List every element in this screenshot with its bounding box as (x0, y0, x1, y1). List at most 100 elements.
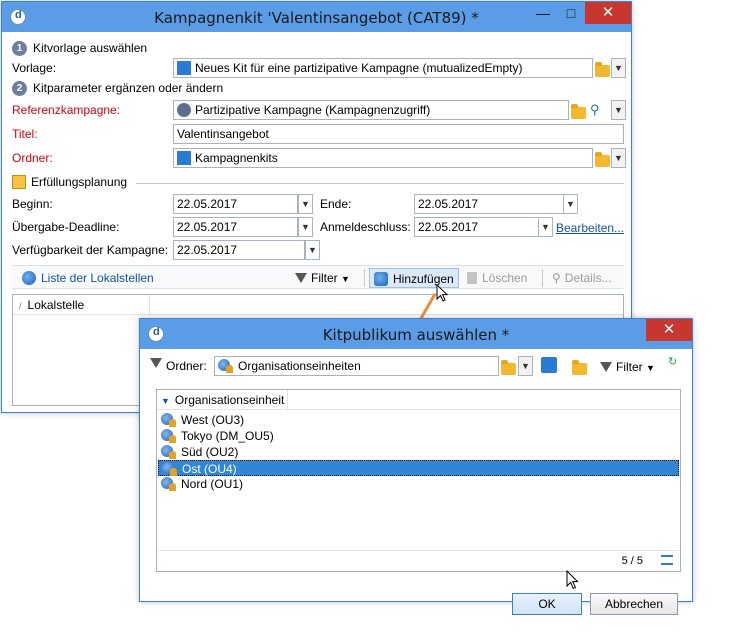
magnifier-icon: ⚲ (552, 271, 561, 285)
org-unit-list[interactable]: ▼ Organisationseinheit West (OU3) Tokyo (… (156, 389, 681, 572)
referenz-field[interactable]: Partizipative Kampagne (Kampagnenzugriff… (173, 100, 569, 120)
verfuegbarkeit-dropdown[interactable]: ▼ (305, 240, 320, 260)
grid-header: / Lokalstelle (13, 295, 623, 315)
loeschen-button[interactable]: Löschen (467, 268, 527, 288)
beginn-dropdown[interactable]: ▼ (298, 194, 313, 214)
lokalstellen-list-label: Liste der Lokalstellen (41, 271, 154, 285)
org-unit-icon (161, 477, 177, 491)
anmeldeschluss-label: Anmeldeschluss: (320, 220, 411, 234)
search-icon[interactable]: ⚲ (590, 103, 604, 117)
filter-button[interactable]: Filter ▼ (295, 268, 350, 288)
org-unit-icon (218, 359, 234, 373)
cancel-button[interactable]: Abbrechen (590, 593, 678, 615)
details-button[interactable]: ⚲ Details... (552, 268, 611, 288)
folder-icon[interactable] (595, 62, 610, 77)
popup-title: Kitpublikum auswählen * (322, 326, 510, 344)
list-item-label: Tokyo (DM_OU5) (181, 429, 274, 443)
deadline-input[interactable]: 22.05.2017 (173, 217, 298, 237)
add-icon (374, 272, 388, 286)
planning-label: Erfüllungsplanung (31, 175, 128, 189)
maximize-button[interactable]: □ (557, 2, 585, 24)
list-item-label: West (OU3) (181, 413, 245, 427)
verfuegbarkeit-label: Verfügbarkeit der Kampagne: (12, 243, 169, 257)
step2-label: Kitparameter ergänzen oder ändern (33, 81, 224, 95)
open-folder-icon[interactable] (572, 360, 587, 375)
popup-filter-label: Filter (616, 360, 643, 374)
folder-tree-icon (177, 151, 191, 165)
beginn-input[interactable]: 22.05.2017 (173, 194, 298, 214)
org-unit-icon (161, 413, 177, 427)
ende-label: Ende: (320, 197, 352, 211)
verfuegbarkeit-input[interactable]: 22.05.2017 (173, 240, 305, 260)
list-item-label: Süd (OU2) (181, 445, 239, 459)
ordner-field[interactable]: Kampagnenkits (173, 148, 593, 168)
popup-ordner-value: Organisationseinheiten (238, 359, 361, 373)
ende-input[interactable]: 22.05.2017 (414, 194, 564, 214)
column-divider (287, 390, 288, 410)
deadline-dropdown[interactable]: ▼ (298, 217, 313, 237)
lokalstellen-list-button[interactable]: Liste der Lokalstellen (22, 268, 154, 288)
titel-input[interactable]: Valentinsangebot (173, 124, 624, 144)
referenz-value: Partizipative Kampagne (Kampagnenzugriff… (195, 103, 431, 117)
org-unit-icon (161, 429, 177, 443)
folder-icon[interactable] (501, 360, 516, 375)
filter-icon (150, 358, 162, 368)
chevron-down-icon: ▼ (646, 363, 655, 373)
step1-number: 1 (12, 41, 27, 57)
list-item-selected[interactable]: Ost (OU4) (158, 460, 679, 476)
ende-dropdown[interactable]: ▼ (563, 194, 578, 214)
ordner-dropdown[interactable]: ▼ (611, 148, 626, 168)
lokalstellen-toolbar: Liste der Lokalstellen Filter ▼ Hinzufüg… (12, 265, 624, 289)
vorlage-label: Vorlage: (12, 61, 57, 75)
step2-heading: 2 Kitparameter ergänzen oder ändern (12, 78, 223, 98)
titel-label: Titel: (12, 127, 38, 141)
ok-button[interactable]: OK (512, 593, 582, 615)
vorlage-value: Neues Kit für eine partizipative Kampagn… (195, 61, 523, 75)
bearbeiten-link[interactable]: Bearbeiten... (556, 221, 624, 235)
anmeldeschluss-input[interactable]: 22.05.2017 (414, 217, 539, 237)
filter-label: Filter (311, 271, 338, 285)
popup-ordner-field[interactable]: Organisationseinheiten (214, 356, 499, 376)
popup-filter-button[interactable]: Filter ▼ (600, 357, 655, 377)
vorlage-field[interactable]: Neues Kit für eine partizipative Kampagn… (173, 58, 593, 78)
list-item[interactable]: Tokyo (DM_OU5) (158, 428, 679, 444)
list-item[interactable]: Süd (OU2) (158, 444, 679, 460)
planning-heading: Erfüllungsplanung (12, 172, 127, 192)
org-unit-list-header: ▼ Organisationseinheit (157, 390, 680, 410)
filter-icon (600, 362, 612, 372)
list-item-label: Nord (OU1) (181, 477, 244, 491)
list-item[interactable]: Nord (OU1) (158, 476, 679, 492)
minimize-button[interactable]: — (529, 2, 557, 24)
popup-ordner-label: Ordner: (166, 359, 207, 373)
chevron-down-icon: ▼ (341, 274, 350, 284)
refresh-icon[interactable]: ↻ (668, 355, 677, 368)
popup-titlebar[interactable]: Kitpublikum auswählen * ✕ (140, 319, 692, 349)
main-titlebar[interactable]: Kampagnenkit 'Valentinsangebot (CAT89) *… (2, 2, 631, 32)
calendar-icon (12, 175, 26, 189)
grid-column-lokalstelle[interactable]: Lokalstelle (28, 298, 85, 312)
mouse-cursor-icon (566, 570, 579, 590)
details-label: Details... (564, 271, 612, 285)
list-settings-icon[interactable] (661, 555, 673, 565)
toolbar-separator (364, 269, 365, 287)
close-button[interactable]: ✕ (646, 319, 692, 341)
list-item[interactable]: West (OU3) (158, 412, 679, 428)
popup-client: Ordner: Organisationseinheiten ▼ Filter … (148, 349, 684, 615)
folder-up-icon[interactable] (541, 357, 557, 373)
anmeldeschluss-dropdown[interactable]: ▼ (538, 217, 553, 237)
vorlage-dropdown[interactable]: ▼ (611, 58, 626, 78)
list-footer: 5 / 5 (158, 550, 679, 570)
referenz-dropdown[interactable]: ▼ (611, 100, 626, 120)
close-button[interactable]: ✕ (585, 2, 631, 24)
loeschen-label: Löschen (482, 271, 528, 285)
ordner-label: Ordner: (12, 151, 53, 165)
globe-icon (22, 271, 36, 285)
folder-icon[interactable] (595, 152, 610, 167)
org-unit-column-header[interactable]: Organisationseinheit (175, 393, 284, 407)
folder-icon[interactable] (571, 104, 586, 119)
sort-icon: / (19, 301, 22, 311)
step1-heading: 1 Kitvorlage auswählen (12, 38, 147, 58)
step1-label: Kitvorlage auswählen (33, 41, 148, 55)
popup-ordner-dropdown[interactable]: ▼ (518, 356, 533, 376)
column-divider (149, 295, 150, 315)
